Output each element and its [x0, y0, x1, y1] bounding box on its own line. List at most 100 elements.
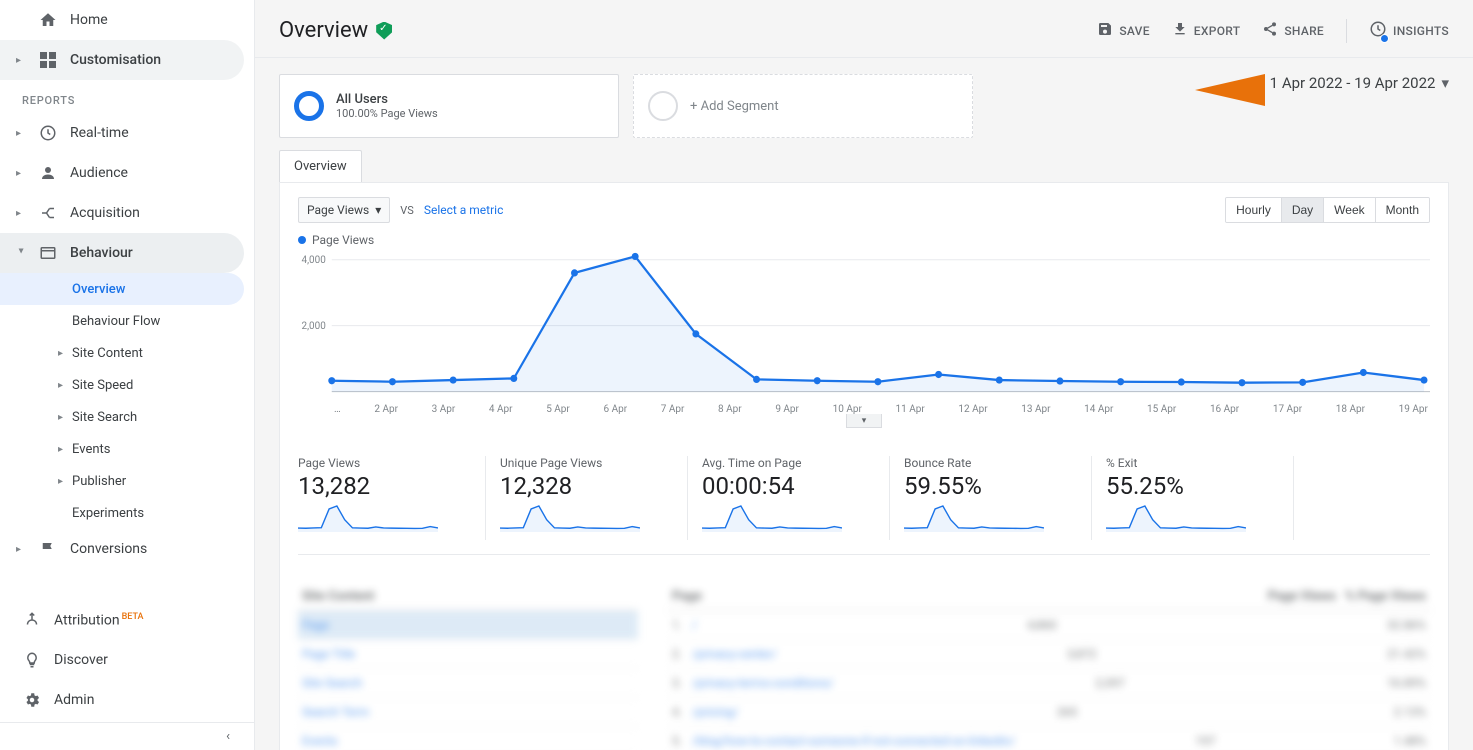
nav-admin[interactable]: Admin — [0, 680, 254, 720]
time-grain-toggle: Hourly Day Week Month — [1225, 197, 1430, 223]
chevron-down-icon: ▾ — [1441, 74, 1449, 92]
summary-value: 13,282 — [298, 472, 471, 500]
summary-label: % Exit — [1106, 456, 1279, 470]
behaviour-icon — [38, 243, 58, 263]
nav-label: Conversions — [70, 541, 147, 557]
sidebar: Home ▸ Customisation REPORTS ▸ Real-time… — [0, 0, 255, 750]
caret-icon: ▸ — [58, 476, 63, 487]
verified-shield-icon — [376, 22, 392, 40]
summary-cell[interactable]: Bounce Rate 59.55% — [904, 456, 1092, 540]
summary-label: Bounce Rate — [904, 456, 1077, 470]
clock-icon — [38, 123, 58, 143]
save-icon — [1097, 21, 1113, 40]
pointer-arrow-icon — [1195, 74, 1265, 106]
nav-audience[interactable]: ▸ Audience — [0, 153, 254, 193]
nav-label: Discover — [54, 652, 108, 668]
summary-cell[interactable]: Page Views 13,282 — [298, 456, 486, 540]
primary-metric-dropdown[interactable]: Page Views ▾ — [298, 197, 390, 223]
summary-value: 12,328 — [500, 472, 673, 500]
grain-month[interactable]: Month — [1376, 198, 1429, 222]
report-card: Page Views ▾ VS Select a metric Hourly D… — [279, 182, 1449, 750]
chart[interactable]: 2,000 4,000 — [298, 249, 1430, 404]
summary-value: 55.25% — [1106, 472, 1279, 500]
nav-label: Behaviour — [70, 245, 133, 261]
svg-text:2,000: 2,000 — [302, 321, 327, 332]
flag-icon — [38, 539, 58, 559]
legend-label: Page Views — [312, 233, 374, 247]
sub-experiments[interactable]: Experiments — [0, 497, 254, 529]
grain-hourly[interactable]: Hourly — [1226, 198, 1282, 222]
share-button[interactable]: SHARE — [1262, 21, 1324, 40]
grain-day[interactable]: Day — [1282, 198, 1324, 222]
person-icon — [38, 163, 58, 183]
nav-attribution[interactable]: AttributionBETA — [0, 600, 254, 640]
nav-label: Acquisition — [70, 205, 140, 221]
sparkline — [904, 504, 1044, 532]
main-content: Overview SAVE EXPORT SHARE INSIGHTS All … — [255, 0, 1473, 750]
chevron-down-icon: ▾ — [862, 416, 867, 426]
nav-discover[interactable]: Discover — [0, 640, 254, 680]
add-segment-button[interactable]: + Add Segment — [633, 74, 973, 138]
tab-overview[interactable]: Overview — [279, 150, 362, 182]
chart-legend: Page Views — [298, 233, 1430, 247]
summary-cell[interactable]: Avg. Time on Page 00:00:54 — [702, 456, 890, 540]
nav-conversions[interactable]: ▸ Conversions — [0, 529, 254, 569]
export-button[interactable]: EXPORT — [1172, 21, 1241, 40]
save-button[interactable]: SAVE — [1097, 21, 1149, 40]
empty-circle-icon — [648, 91, 678, 121]
share-icon — [1262, 21, 1278, 40]
summary-label: Unique Page Views — [500, 456, 673, 470]
summary-row: Page Views 13,282 Unique Page Views 12,3… — [298, 456, 1430, 555]
nav-home[interactable]: Home — [0, 0, 254, 40]
header-bar: Overview SAVE EXPORT SHARE INSIGHTS — [255, 0, 1473, 58]
select-secondary-metric[interactable]: Select a metric — [424, 203, 504, 217]
add-segment-label: + Add Segment — [690, 99, 779, 114]
sub-behaviour-flow[interactable]: Behaviour Flow — [0, 305, 254, 337]
content-area: All Users 100.00% Page Views + Add Segme… — [255, 58, 1473, 750]
nav-label: Admin — [54, 692, 94, 708]
summary-label: Page Views — [298, 456, 471, 470]
caret-icon: ▸ — [16, 544, 26, 555]
sub-site-search[interactable]: ▸Site Search — [0, 401, 254, 433]
attribution-icon — [22, 610, 42, 630]
caret-icon: ▸ — [16, 248, 27, 258]
page-title: Overview — [279, 18, 368, 43]
date-range-picker[interactable]: 1 Apr 2022 - 19 Apr 2022 ▾ — [1270, 74, 1449, 92]
sub-site-speed[interactable]: ▸Site Speed — [0, 369, 254, 401]
summary-cell[interactable]: % Exit 55.25% — [1106, 456, 1294, 540]
header-actions: SAVE EXPORT SHARE INSIGHTS — [1097, 19, 1449, 43]
sub-overview[interactable]: Overview — [0, 273, 244, 305]
nav-label: Attribution — [54, 612, 120, 628]
nav-realtime[interactable]: ▸ Real-time — [0, 113, 254, 153]
nav-label: Audience — [70, 165, 128, 181]
sub-publisher[interactable]: ▸Publisher — [0, 465, 254, 497]
insights-icon — [1369, 20, 1387, 41]
chart-expand-toggle[interactable]: ▾ — [846, 414, 882, 428]
nav-behaviour[interactable]: ▸ Behaviour — [0, 233, 244, 273]
sub-events[interactable]: ▸Events — [0, 433, 254, 465]
nav-label: Real-time — [70, 125, 129, 141]
segment-all-users[interactable]: All Users 100.00% Page Views — [279, 74, 619, 138]
segment-subtitle: 100.00% Page Views — [336, 107, 438, 120]
insights-button[interactable]: INSIGHTS — [1369, 20, 1449, 41]
sub-site-content[interactable]: ▸Site Content — [0, 337, 254, 369]
svg-text:4,000: 4,000 — [302, 255, 327, 266]
nav-customisation[interactable]: ▸ Customisation — [0, 40, 244, 80]
caret-icon: ▸ — [16, 55, 26, 66]
chevron-down-icon: ▾ — [375, 203, 381, 217]
summary-value: 59.55% — [904, 472, 1077, 500]
grain-week[interactable]: Week — [1324, 198, 1375, 222]
export-icon — [1172, 21, 1188, 40]
nav-acquisition[interactable]: ▸ Acquisition — [0, 193, 254, 233]
beta-badge: BETA — [122, 612, 144, 622]
chevron-left-icon: ‹ — [226, 729, 230, 744]
nav-home-label: Home — [70, 12, 108, 28]
legend-dot-icon — [298, 236, 306, 244]
nav-customisation-label: Customisation — [70, 52, 161, 68]
caret-icon: ▸ — [58, 412, 63, 423]
summary-cell[interactable]: Unique Page Views 12,328 — [500, 456, 688, 540]
divider — [1346, 19, 1347, 43]
segment-circle-icon — [294, 91, 324, 121]
caret-icon: ▸ — [16, 208, 26, 219]
collapse-sidebar-button[interactable]: ‹ — [0, 722, 254, 750]
